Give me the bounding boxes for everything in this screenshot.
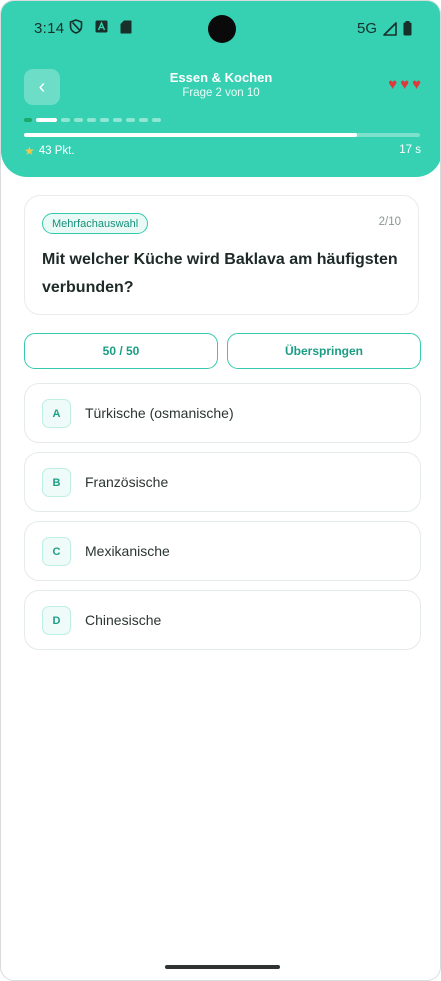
answer-label: Türkische (osmanische) xyxy=(85,405,234,421)
quiz-header: 3:14 5G ‹ Essen & Kochen Frage 2 von 10 … xyxy=(1,1,440,177)
home-indicator[interactable] xyxy=(165,965,280,969)
chevron-left-icon: ‹ xyxy=(38,75,46,98)
question-progress-label: Frage 2 von 10 xyxy=(182,87,260,99)
question-step-dots xyxy=(24,118,161,122)
fifty-fifty-button[interactable]: 50 / 50 xyxy=(24,333,218,369)
battery-icon xyxy=(403,21,412,36)
back-button[interactable]: ‹ xyxy=(24,69,60,105)
status-icons-right: 5G xyxy=(357,20,412,37)
question-step-dot-9 xyxy=(139,118,148,122)
answer-letter: C xyxy=(42,537,71,566)
question-step-dot-4 xyxy=(74,118,83,122)
score: ★ 43 Pkt. xyxy=(24,144,75,158)
lives-indicator: ♥ ♥ ♥ xyxy=(388,76,421,93)
question-text: Mit welcher Küche wird Baklava am häufig… xyxy=(42,251,398,296)
heart-icon: ♥ xyxy=(400,76,410,93)
question-step-dot-1 xyxy=(24,118,32,122)
question-card: Mehrfachauswahl 2/10 Mit welcher Küche w… xyxy=(24,195,419,315)
answer-option-c[interactable]: C Mexikanische xyxy=(24,521,421,581)
question-step-dot-3 xyxy=(61,118,70,122)
text-box-icon xyxy=(95,20,108,33)
status-icons-left xyxy=(69,19,132,34)
quiz-nav-row: ‹ Essen & Kochen Frage 2 von 10 ♥ ♥ ♥ xyxy=(1,67,440,107)
status-time: 3:14 xyxy=(34,20,65,37)
answer-label: Französische xyxy=(85,474,169,490)
timer-progress-fill xyxy=(24,133,357,137)
category-title: Essen & Kochen xyxy=(169,70,273,85)
question-step-dot-8 xyxy=(126,118,135,122)
heart-icon: ♥ xyxy=(388,76,398,93)
question-step-dot-2 xyxy=(36,118,57,122)
answer-option-a[interactable]: A Türkische (osmanische) xyxy=(24,383,421,443)
app-screen: 3:14 5G ‹ Essen & Kochen Frage 2 von 10 … xyxy=(0,0,441,981)
question-type-badge: Mehrfachauswahl xyxy=(42,213,149,234)
star-icon: ★ xyxy=(24,144,35,158)
question-step-dot-7 xyxy=(113,118,122,122)
answer-letter: A xyxy=(42,399,71,428)
answer-option-d[interactable]: D Chinesische xyxy=(24,590,421,650)
timer-label: 17 s xyxy=(399,144,421,156)
answer-label: Chinesische xyxy=(85,612,162,628)
answer-letter: D xyxy=(42,606,71,635)
skip-button[interactable]: Überspringen xyxy=(227,333,421,369)
answer-option-b[interactable]: B Französische xyxy=(24,452,421,512)
question-step-dot-5 xyxy=(87,118,96,122)
question-step-dot-6 xyxy=(100,118,109,122)
question-counter: 2/10 xyxy=(378,216,401,228)
front-camera xyxy=(208,15,236,43)
question-step-dot-10 xyxy=(152,118,161,122)
status-bar: 3:14 5G xyxy=(1,1,440,57)
signal-icon xyxy=(383,21,397,36)
sd-card-icon xyxy=(120,20,132,33)
heart-icon: ♥ xyxy=(412,76,421,93)
network-label: 5G xyxy=(356,20,377,37)
score-label: 43 Pkt. xyxy=(38,145,75,157)
answer-label: Mexikanische xyxy=(85,543,170,559)
answer-letter: B xyxy=(42,468,71,497)
timer-progress-bar xyxy=(24,133,420,137)
shield-icon xyxy=(69,19,83,34)
quiz-title-block: Essen & Kochen Frage 2 von 10 xyxy=(121,70,321,100)
